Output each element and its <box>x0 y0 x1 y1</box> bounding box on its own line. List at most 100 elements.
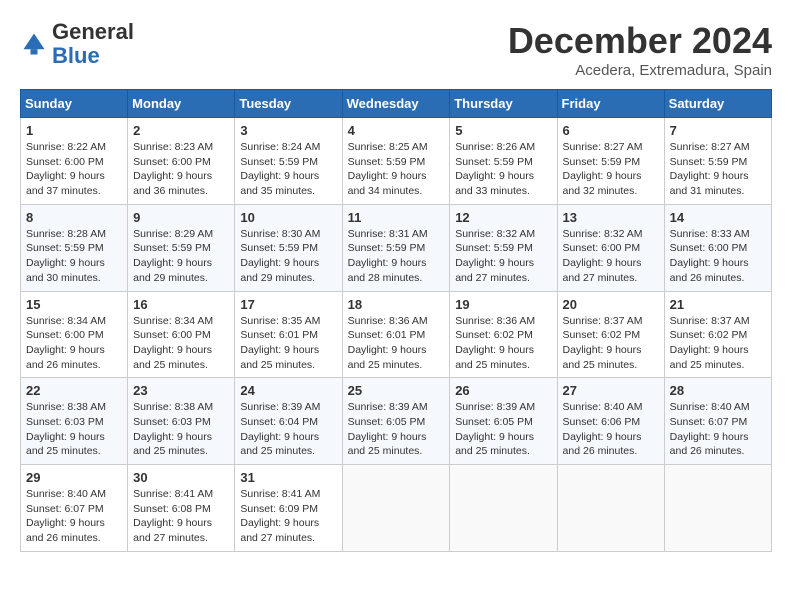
day-number: 4 <box>348 123 445 138</box>
calendar-table: SundayMondayTuesdayWednesdayThursdayFrid… <box>20 89 772 552</box>
day-info: Sunrise: 8:23 AM Sunset: 6:00 PM Dayligh… <box>133 140 229 199</box>
day-info: Sunrise: 8:35 AM Sunset: 6:01 PM Dayligh… <box>240 314 336 373</box>
day-info: Sunrise: 8:26 AM Sunset: 5:59 PM Dayligh… <box>455 140 551 199</box>
calendar-day-cell: 3 Sunrise: 8:24 AM Sunset: 5:59 PM Daylig… <box>235 118 342 205</box>
day-info: Sunrise: 8:39 AM Sunset: 6:05 PM Dayligh… <box>455 400 551 459</box>
calendar-day-cell: 7Sunrise: 8:27 AM Sunset: 5:59 PM Daylig… <box>664 118 771 205</box>
calendar-week-row: 8Sunrise: 8:28 AM Sunset: 5:59 PM Daylig… <box>21 204 772 291</box>
day-info: Sunrise: 8:40 AM Sunset: 6:07 PM Dayligh… <box>26 487 122 546</box>
day-info: Sunrise: 8:40 AM Sunset: 6:07 PM Dayligh… <box>670 400 766 459</box>
month-title: December 2024 <box>508 20 772 62</box>
calendar-day-cell: 12 Sunrise: 8:32 AM Sunset: 5:59 PM Dayli… <box>450 204 557 291</box>
calendar-day-cell: 2 Sunrise: 8:23 AM Sunset: 6:00 PM Daylig… <box>128 118 235 205</box>
day-number: 19 <box>455 297 551 312</box>
title-block: December 2024 Acedera, Extremadura, Spai… <box>508 20 772 79</box>
calendar-day-cell: 16 Sunrise: 8:34 AM Sunset: 6:00 PM Dayli… <box>128 291 235 378</box>
day-number: 3 <box>240 123 336 138</box>
day-number: 25 <box>348 383 445 398</box>
day-number: 12 <box>455 210 551 225</box>
day-number: 20 <box>563 297 659 312</box>
day-number: 22 <box>26 383 122 398</box>
day-info: Sunrise: 8:38 AM Sunset: 6:03 PM Dayligh… <box>133 400 229 459</box>
day-number: 7 <box>670 123 766 138</box>
calendar-week-row: 29 Sunrise: 8:40 AM Sunset: 6:07 PM Dayli… <box>21 465 772 552</box>
calendar-day-cell: 31 Sunrise: 8:41 AM Sunset: 6:09 PM Dayli… <box>235 465 342 552</box>
day-number: 11 <box>348 210 445 225</box>
day-info: Sunrise: 8:40 AM Sunset: 6:06 PM Dayligh… <box>563 400 659 459</box>
day-info: Sunrise: 8:29 AM Sunset: 5:59 PM Dayligh… <box>133 227 229 286</box>
day-info: Sunrise: 8:41 AM Sunset: 6:09 PM Dayligh… <box>240 487 336 546</box>
calendar-day-cell: 19 Sunrise: 8:36 AM Sunset: 6:02 PM Dayli… <box>450 291 557 378</box>
day-info: Sunrise: 8:38 AM Sunset: 6:03 PM Dayligh… <box>26 400 122 459</box>
calendar-week-row: 22 Sunrise: 8:38 AM Sunset: 6:03 PM Dayli… <box>21 378 772 465</box>
calendar-day-cell: 15 Sunrise: 8:34 AM Sunset: 6:00 PM Dayli… <box>21 291 128 378</box>
calendar-day-cell: 5 Sunrise: 8:26 AM Sunset: 5:59 PM Daylig… <box>450 118 557 205</box>
logo-icon <box>20 30 48 58</box>
calendar-day-cell <box>450 465 557 552</box>
calendar-day-cell: 28Sunrise: 8:40 AM Sunset: 6:07 PM Dayli… <box>664 378 771 465</box>
day-info: Sunrise: 8:22 AM Sunset: 6:00 PM Dayligh… <box>26 140 122 199</box>
day-info: Sunrise: 8:25 AM Sunset: 5:59 PM Dayligh… <box>348 140 445 199</box>
day-info: Sunrise: 8:24 AM Sunset: 5:59 PM Dayligh… <box>240 140 336 199</box>
day-info: Sunrise: 8:32 AM Sunset: 6:00 PM Dayligh… <box>563 227 659 286</box>
day-info: Sunrise: 8:39 AM Sunset: 6:05 PM Dayligh… <box>348 400 445 459</box>
calendar-day-cell: 14 Sunrise: 8:33 AM Sunset: 6:00 PM Dayli… <box>664 204 771 291</box>
calendar-week-row: 15 Sunrise: 8:34 AM Sunset: 6:00 PM Dayli… <box>21 291 772 378</box>
day-number: 1 <box>26 123 122 138</box>
day-number: 29 <box>26 470 122 485</box>
calendar-day-cell: 23 Sunrise: 8:38 AM Sunset: 6:03 PM Dayli… <box>128 378 235 465</box>
day-info: Sunrise: 8:31 AM Sunset: 5:59 PM Dayligh… <box>348 227 445 286</box>
day-number: 5 <box>455 123 551 138</box>
weekday-header: Saturday <box>664 90 771 118</box>
weekday-header-row: SundayMondayTuesdayWednesdayThursdayFrid… <box>21 90 772 118</box>
day-info: Sunrise: 8:37 AM Sunset: 6:02 PM Dayligh… <box>563 314 659 373</box>
day-number: 15 <box>26 297 122 312</box>
day-number: 21 <box>670 297 766 312</box>
day-number: 26 <box>455 383 551 398</box>
day-number: 8 <box>26 210 122 225</box>
day-number: 6 <box>563 123 659 138</box>
day-number: 17 <box>240 297 336 312</box>
day-number: 31 <box>240 470 336 485</box>
day-info: Sunrise: 8:34 AM Sunset: 6:00 PM Dayligh… <box>133 314 229 373</box>
calendar-day-cell: 25 Sunrise: 8:39 AM Sunset: 6:05 PM Dayli… <box>342 378 450 465</box>
calendar-day-cell: 20 Sunrise: 8:37 AM Sunset: 6:02 PM Dayli… <box>557 291 664 378</box>
calendar-week-row: 1 Sunrise: 8:22 AM Sunset: 6:00 PM Daylig… <box>21 118 772 205</box>
calendar-day-cell <box>664 465 771 552</box>
day-number: 24 <box>240 383 336 398</box>
day-info: Sunrise: 8:36 AM Sunset: 6:02 PM Dayligh… <box>455 314 551 373</box>
weekday-header: Sunday <box>21 90 128 118</box>
day-info: Sunrise: 8:33 AM Sunset: 6:00 PM Dayligh… <box>670 227 766 286</box>
logo-text: General Blue <box>52 20 134 68</box>
weekday-header: Friday <box>557 90 664 118</box>
calendar-day-cell: 26 Sunrise: 8:39 AM Sunset: 6:05 PM Dayli… <box>450 378 557 465</box>
calendar-day-cell: 10 Sunrise: 8:30 AM Sunset: 5:59 PM Dayli… <box>235 204 342 291</box>
day-number: 30 <box>133 470 229 485</box>
day-number: 16 <box>133 297 229 312</box>
day-number: 23 <box>133 383 229 398</box>
calendar-day-cell: 6Sunrise: 8:27 AM Sunset: 5:59 PM Daylig… <box>557 118 664 205</box>
day-info: Sunrise: 8:39 AM Sunset: 6:04 PM Dayligh… <box>240 400 336 459</box>
calendar-day-cell: 21 Sunrise: 8:37 AM Sunset: 6:02 PM Dayli… <box>664 291 771 378</box>
calendar-day-cell: 8Sunrise: 8:28 AM Sunset: 5:59 PM Daylig… <box>21 204 128 291</box>
logo: General Blue <box>20 20 134 68</box>
calendar-day-cell: 13Sunrise: 8:32 AM Sunset: 6:00 PM Dayli… <box>557 204 664 291</box>
location-subtitle: Acedera, Extremadura, Spain <box>508 62 772 79</box>
day-number: 2 <box>133 123 229 138</box>
day-info: Sunrise: 8:34 AM Sunset: 6:00 PM Dayligh… <box>26 314 122 373</box>
day-info: Sunrise: 8:37 AM Sunset: 6:02 PM Dayligh… <box>670 314 766 373</box>
calendar-day-cell: 9Sunrise: 8:29 AM Sunset: 5:59 PM Daylig… <box>128 204 235 291</box>
weekday-header: Wednesday <box>342 90 450 118</box>
calendar-day-cell: 17 Sunrise: 8:35 AM Sunset: 6:01 PM Dayli… <box>235 291 342 378</box>
day-number: 10 <box>240 210 336 225</box>
calendar-day-cell: 1 Sunrise: 8:22 AM Sunset: 6:00 PM Daylig… <box>21 118 128 205</box>
calendar-day-cell: 22 Sunrise: 8:38 AM Sunset: 6:03 PM Dayli… <box>21 378 128 465</box>
weekday-header: Thursday <box>450 90 557 118</box>
calendar-day-cell: 30Sunrise: 8:41 AM Sunset: 6:08 PM Dayli… <box>128 465 235 552</box>
day-number: 14 <box>670 210 766 225</box>
day-info: Sunrise: 8:30 AM Sunset: 5:59 PM Dayligh… <box>240 227 336 286</box>
calendar-day-cell <box>557 465 664 552</box>
weekday-header: Monday <box>128 90 235 118</box>
calendar-day-cell: 24 Sunrise: 8:39 AM Sunset: 6:04 PM Dayli… <box>235 378 342 465</box>
day-info: Sunrise: 8:32 AM Sunset: 5:59 PM Dayligh… <box>455 227 551 286</box>
